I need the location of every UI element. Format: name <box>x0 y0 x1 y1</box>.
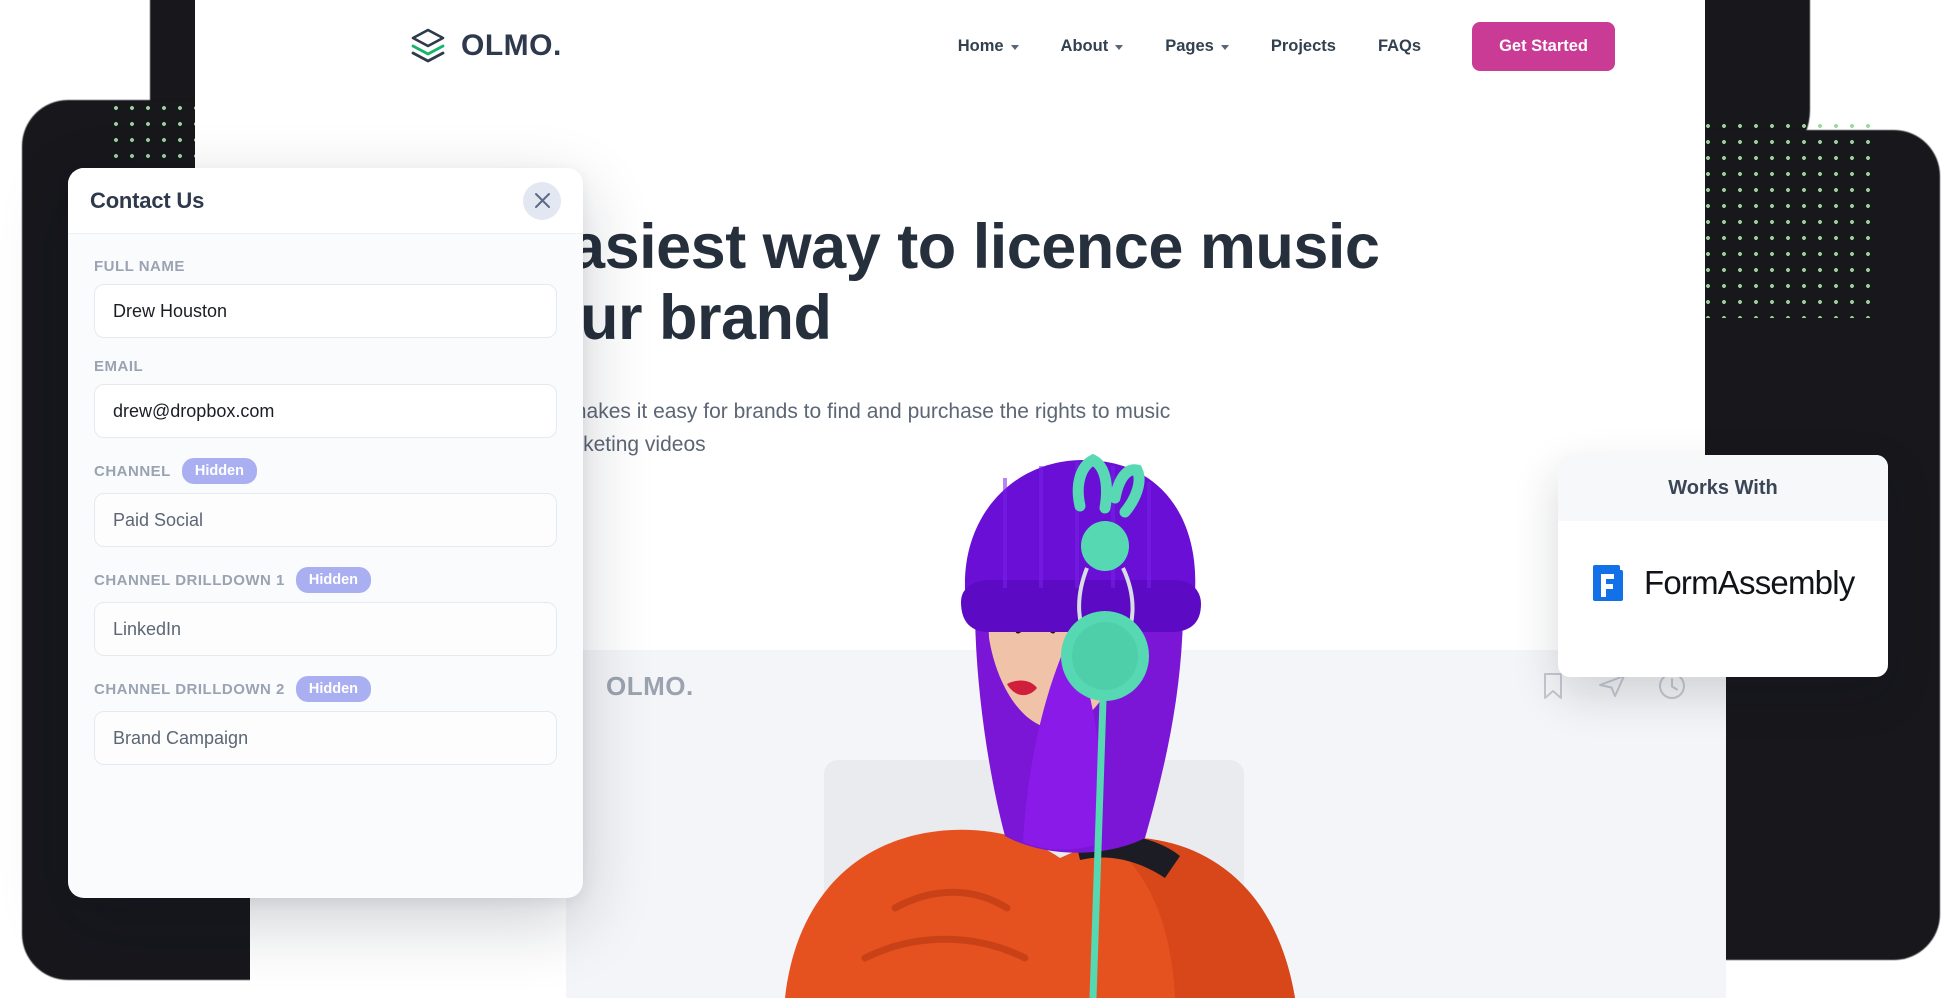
field-label: FULL NAME <box>94 258 185 275</box>
main-navigation: Home About Pages Projects FAQs Get Start… <box>937 21 1615 71</box>
field-label-row: EMAIL <box>94 358 557 375</box>
dot-pattern-right <box>1700 118 1880 318</box>
nav-item-home[interactable]: Home <box>937 37 1040 56</box>
hidden-badge: Hidden <box>295 567 372 594</box>
formassembly-wordmark: FormAssembly <box>1644 564 1855 601</box>
hero-person-image <box>785 453 1295 998</box>
modal-header: Contact Us <box>68 168 583 234</box>
works-with-title: Works With <box>1668 476 1778 499</box>
form-field-email: EMAIL drew@dropbox.com <box>94 358 557 438</box>
channel-input[interactable]: Paid Social <box>94 493 557 548</box>
nav-item-projects[interactable]: Projects <box>1250 37 1357 56</box>
nav-item-pages[interactable]: Pages <box>1144 37 1250 56</box>
field-label-row: CHANNEL Hidden <box>94 458 557 485</box>
works-with-card: Works With FormAssembly <box>1558 455 1888 677</box>
chevron-down-icon <box>1220 44 1229 50</box>
get-started-button[interactable]: Get Started <box>1472 21 1615 71</box>
site-header: OLMO. Home About Pages Projects FAQs Get… <box>250 0 1705 92</box>
channel-drilldown-2-input[interactable]: Brand Campaign <box>94 711 557 766</box>
form-field-full-name: FULL NAME Drew Houston <box>94 258 557 338</box>
chevron-down-icon <box>1010 44 1019 50</box>
logo-text: OLMO. <box>461 29 562 62</box>
mockup-logo-text: OLMO. <box>606 670 694 701</box>
nav-item-label: Pages <box>1165 36 1214 55</box>
chevron-down-icon <box>1115 44 1124 50</box>
layers-stack-icon <box>408 26 448 66</box>
bookmark-icon[interactable] <box>1540 672 1566 700</box>
field-label-row: CHANNEL DRILLDOWN 2 Hidden <box>94 676 557 703</box>
nav-item-label: Projects <box>1270 36 1336 55</box>
logo[interactable]: OLMO. <box>408 26 562 66</box>
contact-us-modal: Contact Us FULL NAME Drew Houston EMAIL … <box>68 168 583 898</box>
field-label-row: FULL NAME <box>94 258 557 275</box>
form-field-channel: CHANNEL Hidden Paid Social <box>94 458 557 548</box>
field-label: CHANNEL DRILLDOWN 2 <box>94 680 285 698</box>
nav-item-label: About <box>1060 36 1109 55</box>
hidden-badge: Hidden <box>295 676 372 703</box>
field-label: CHANNEL DRILLDOWN 1 <box>94 571 285 589</box>
form-field-channel-drilldown-2: CHANNEL DRILLDOWN 2 Hidden Brand Campaig… <box>94 676 557 766</box>
nav-item-faqs[interactable]: FAQs <box>1357 37 1442 56</box>
field-label-row: CHANNEL DRILLDOWN 1 Hidden <box>94 567 557 594</box>
page-root: OLMO. Home About Pages Projects FAQs Get… <box>0 0 1955 998</box>
nav-item-about[interactable]: About <box>1040 37 1145 56</box>
email-input[interactable]: drew@dropbox.com <box>94 384 557 438</box>
field-label: EMAIL <box>94 358 144 375</box>
hidden-badge: Hidden <box>181 458 257 485</box>
modal-title: Contact Us <box>90 187 205 213</box>
close-icon[interactable] <box>523 181 561 220</box>
works-with-header: Works With <box>1558 455 1888 521</box>
form-field-channel-drilldown-1: CHANNEL DRILLDOWN 1 Hidden LinkedIn <box>94 567 557 657</box>
works-with-body: FormAssembly <box>1558 521 1888 605</box>
full-name-input[interactable]: Drew Houston <box>94 284 557 338</box>
formassembly-f-icon <box>1590 561 1630 605</box>
modal-form: FULL NAME Drew Houston EMAIL drew@dropbo… <box>68 234 583 766</box>
nav-item-label: FAQs <box>1377 36 1422 55</box>
field-label: CHANNEL <box>94 462 171 480</box>
channel-drilldown-1-input[interactable]: LinkedIn <box>94 602 557 657</box>
nav-item-label: Home <box>957 36 1004 55</box>
